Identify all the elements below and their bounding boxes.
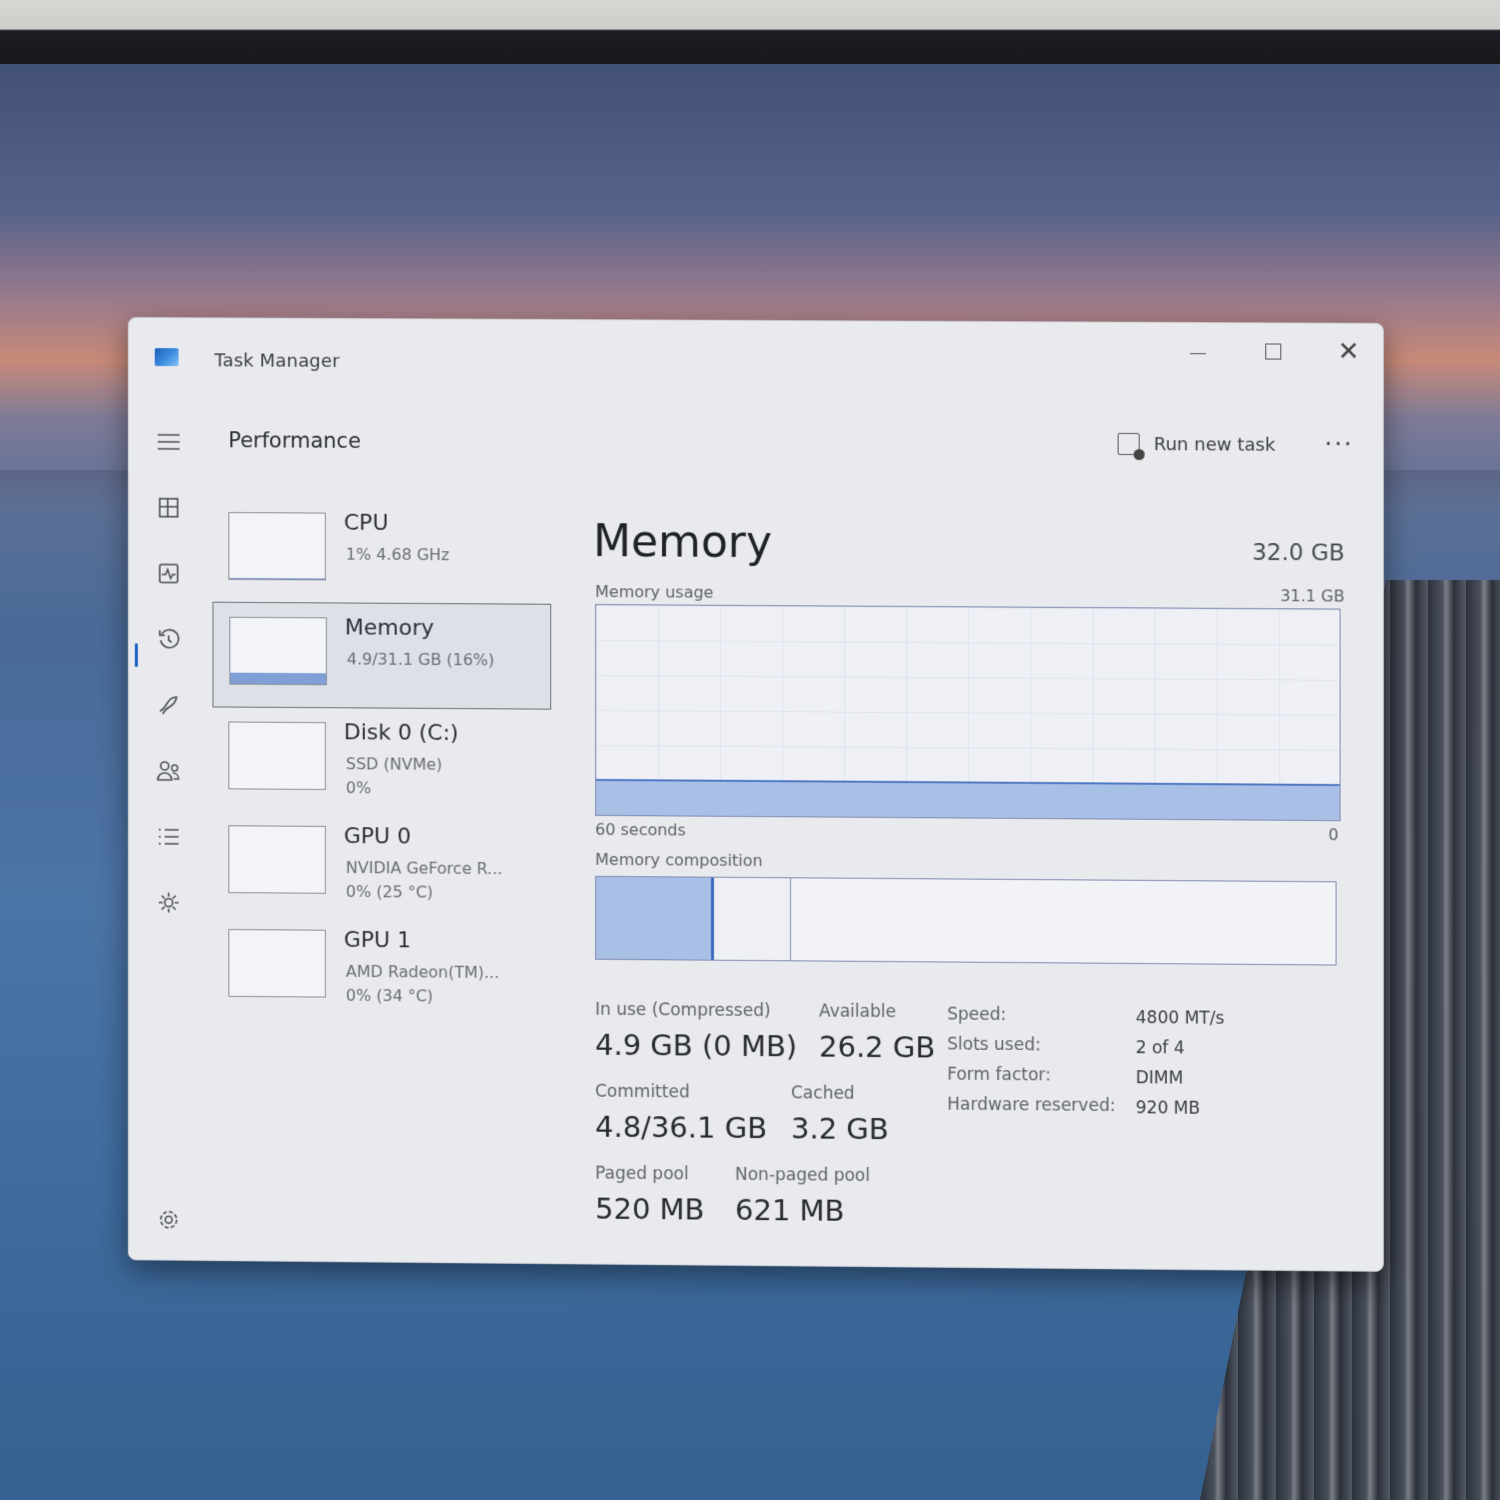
run-new-task-button[interactable]: Run new task [1118,433,1276,456]
nav-performance[interactable] [151,555,187,591]
page-title: Performance [228,428,360,453]
device-name: CPU [344,511,389,536]
hamburger-menu-button[interactable] [151,424,187,460]
device-graph-thumbnail [228,929,326,998]
nav-app-history[interactable] [151,621,187,657]
app-history-icon [157,627,181,651]
hardware-reserved-key: Hardware reserved: [947,1095,1115,1116]
task-manager-window: Task Manager ✕ Performance Run new task … [128,317,1384,1272]
speed-value: 4800 MT/s [1136,1008,1225,1029]
close-icon: ✕ [1338,337,1360,367]
form-factor-key: Form factor: [947,1065,1051,1086]
task-manager-app-icon [155,348,179,366]
memory-usage-label: Memory usage [595,582,713,602]
nav-details[interactable] [151,819,187,855]
device-name: Disk 0 (C:) [344,720,459,746]
device-detail-line: NVIDIA GeForce R... [346,858,503,878]
available-value: 26.2 GB [819,1030,935,1065]
more-options-button[interactable]: ··· [1325,430,1354,458]
minimize-icon [1190,353,1206,354]
memory-composition-label: Memory composition [595,850,763,870]
device-graph-thumbnail [229,617,327,685]
device-name: Memory [345,615,434,641]
nav-settings[interactable] [151,1202,187,1238]
cached-value: 3.2 GB [791,1111,889,1146]
navigation-rail [129,398,209,1258]
hardware-reserved-value: 920 MB [1136,1098,1200,1119]
device-item[interactable]: GPU 1 AMD Radeon(TM)... 0% (34 °C) [212,915,551,1021]
nav-services[interactable] [151,885,187,921]
memory-usage-max: 31.1 GB [1280,586,1344,605]
device-usage-fill [229,892,325,893]
device-detail-line: 0% (25 °C) [346,882,433,902]
composition-standby-segment[interactable] [791,878,1336,964]
startup-apps-icon [157,693,181,717]
device-item[interactable]: Memory 4.9/31.1 GB (16%) [212,602,551,710]
maximize-icon [1265,343,1281,359]
nav-active-indicator [135,643,138,667]
maximize-button[interactable] [1243,331,1303,371]
non-paged-pool-value: 621 MB [735,1193,845,1228]
committed-label: Committed [595,1082,690,1103]
memory-usage-graph [595,604,1340,821]
device-item[interactable]: CPU 1% 4.68 GHz [212,498,551,604]
device-usage-fill [230,673,326,684]
composition-in-use-segment[interactable] [596,877,714,960]
device-graph-thumbnail [228,722,326,791]
processes-icon [158,497,180,519]
device-detail-line: AMD Radeon(TM)... [346,962,499,982]
hamburger-menu-icon [157,433,181,451]
slots-used-value: 2 of 4 [1136,1038,1185,1058]
in-use-label: In use (Compressed) [595,1000,770,1021]
available-label: Available [819,1002,896,1023]
memory-title: Memory [593,516,772,568]
graph-time-label: 60 seconds [595,820,686,840]
nav-processes[interactable] [151,490,187,526]
performance-icon [158,562,180,584]
device-item[interactable]: Disk 0 (C:) SSD (NVMe) 0% [212,707,551,813]
window-title: Task Manager [214,350,339,372]
title-bar[interactable]: Task Manager ✕ [129,318,1383,404]
settings-icon [157,1208,181,1232]
in-use-value: 4.9 GB (0 MB) [595,1028,797,1064]
device-detail-line: 4.9/31.1 GB (16%) [347,649,495,669]
memory-panel: Memory 32.0 GB Memory usage 31.1 GB 60 s… [593,516,1344,520]
device-list: CPU 1% 4.68 GHz Memory 4.9/31.1 GB (16%) Dis… [212,498,551,1021]
paged-pool-label: Paged pool [595,1164,689,1185]
device-detail-line: 0% [346,778,371,797]
device-detail-line: 1% 4.68 GHz [346,545,450,565]
device-name: GPU 1 [344,928,411,953]
nav-startup-apps[interactable] [151,687,187,723]
committed-value: 4.8/36.1 GB [595,1110,767,1145]
slots-used-key: Slots used: [947,1035,1041,1056]
speed-key: Speed: [947,1005,1006,1025]
run-new-task-icon [1118,433,1140,455]
memory-total: 32.0 GB [1252,540,1345,567]
details-icon [157,827,181,847]
device-usage-fill [229,996,325,997]
device-detail-line: SSD (NVMe) [346,754,442,774]
paged-pool-value: 520 MB [595,1192,704,1227]
memory-composition-bar [595,876,1336,966]
graph-zero-label: 0 [1328,825,1338,844]
nav-users[interactable] [151,753,187,789]
form-factor-value: DIMM [1136,1068,1184,1088]
device-graph-thumbnail [228,825,326,894]
users-icon [156,759,182,783]
device-graph-thumbnail [228,512,326,580]
composition-modified-segment[interactable] [714,878,791,961]
services-icon [157,891,181,915]
cached-label: Cached [791,1083,855,1104]
device-name: GPU 0 [344,824,411,849]
minimize-button[interactable] [1168,331,1228,371]
device-item[interactable]: GPU 0 NVIDIA GeForce R... 0% (25 °C) [212,811,551,917]
monitor-bezel [0,0,1500,64]
run-new-task-label: Run new task [1154,434,1276,456]
non-paged-pool-label: Non-paged pool [735,1165,870,1186]
device-detail-line: 0% (34 °C) [346,986,433,1006]
device-usage-fill [229,578,325,579]
device-usage-fill [229,788,325,789]
close-button[interactable]: ✕ [1318,332,1378,372]
memory-usage-fill [596,779,1339,820]
